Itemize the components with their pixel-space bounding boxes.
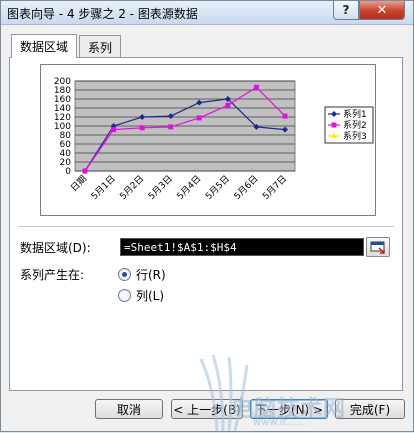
chart-preview: 0 20 40 60 80 100 120 140 160 180 200 日期 5月1日 5月2日 5月3…	[40, 64, 376, 216]
series-in-label: 系列产生在:	[20, 268, 85, 282]
x-tick-label: 5月6日	[232, 173, 261, 202]
close-icon: ✕	[376, 2, 388, 18]
tab-label: 系列	[88, 41, 113, 55]
y-tick-label: 0	[65, 167, 71, 177]
radio-rows-label[interactable]: 行(R)	[136, 266, 166, 283]
x-tick-label: 5月1日	[89, 173, 118, 202]
line-chart: 020406080100120140160180200 日期 5月1日 5月2日 5月3…	[54, 77, 374, 202]
data-point	[168, 124, 174, 130]
tab-panel-data-range: 0 20 40 60 80 100 120 140 160 180 200 日期 5月1日 5月2日 5月3…	[9, 57, 403, 391]
data-range-input[interactable]: =Sheet1!$A$1:$H$4	[120, 238, 364, 256]
y-tick-label: 20	[60, 158, 72, 168]
data-point	[139, 125, 145, 131]
tab-series[interactable]: 系列	[79, 35, 122, 57]
y-tick-label: 120	[54, 113, 71, 123]
radio-columns-label[interactable]: 列(L)	[136, 287, 164, 304]
legend-marker	[331, 122, 337, 128]
y-tick-label: 140	[54, 104, 71, 114]
help-icon: ?	[342, 3, 350, 17]
data-point	[82, 168, 88, 174]
y-tick-label: 180	[54, 86, 71, 96]
title-bar: 图表向导 - 4 步骤之 2 - 图表源数据 ? ✕	[1, 1, 413, 25]
x-tick-label: 5月3日	[146, 173, 175, 202]
x-tick-label: 日期	[69, 173, 90, 194]
radio-columns[interactable]	[118, 289, 131, 302]
help-button[interactable]: ?	[333, 1, 359, 20]
chart-wizard-dialog: 图表向导 - 4 步骤之 2 - 图表源数据 ? ✕ 数据区域 系列 0 20 40…	[0, 0, 414, 432]
close-button[interactable]: ✕	[359, 1, 405, 20]
legend-label: 系列1	[343, 108, 367, 120]
x-tick-label: 5月7日	[261, 173, 290, 202]
watermark-sub: www.it......	[253, 417, 306, 428]
cancel-button[interactable]: 取消	[95, 399, 163, 419]
window-title: 图表向导 - 4 步骤之 2 - 图表源数据	[7, 7, 198, 21]
tab-data-range[interactable]: 数据区域	[11, 34, 78, 58]
y-tick-label: 80	[60, 131, 72, 141]
watermark: 电脑技术网 www.it......	[197, 351, 414, 433]
data-point	[253, 84, 259, 90]
collapse-dialog-button[interactable]	[366, 237, 390, 257]
y-tick-label: 160	[54, 95, 71, 105]
y-tick-label: 100	[54, 122, 71, 132]
divider	[18, 226, 394, 228]
x-tick-label: 5月4日	[175, 173, 204, 202]
tab-label: 数据区域	[20, 40, 69, 54]
y-tick-label: 60	[60, 140, 72, 150]
y-tick-label: 40	[60, 149, 72, 159]
x-tick-label: 5月2日	[118, 173, 147, 202]
data-point	[225, 102, 231, 108]
legend-label: 系列3	[343, 130, 367, 142]
y-tick-label: 200	[54, 77, 71, 87]
x-tick-label: 5月5日	[203, 173, 232, 202]
data-range-label: 数据区域(D):	[20, 241, 91, 255]
data-point	[196, 115, 202, 121]
collapse-dialog-icon	[370, 241, 385, 254]
radio-rows[interactable]	[118, 268, 131, 281]
data-point	[282, 113, 288, 119]
data-point	[111, 127, 117, 133]
legend-label: 系列2	[343, 119, 367, 131]
